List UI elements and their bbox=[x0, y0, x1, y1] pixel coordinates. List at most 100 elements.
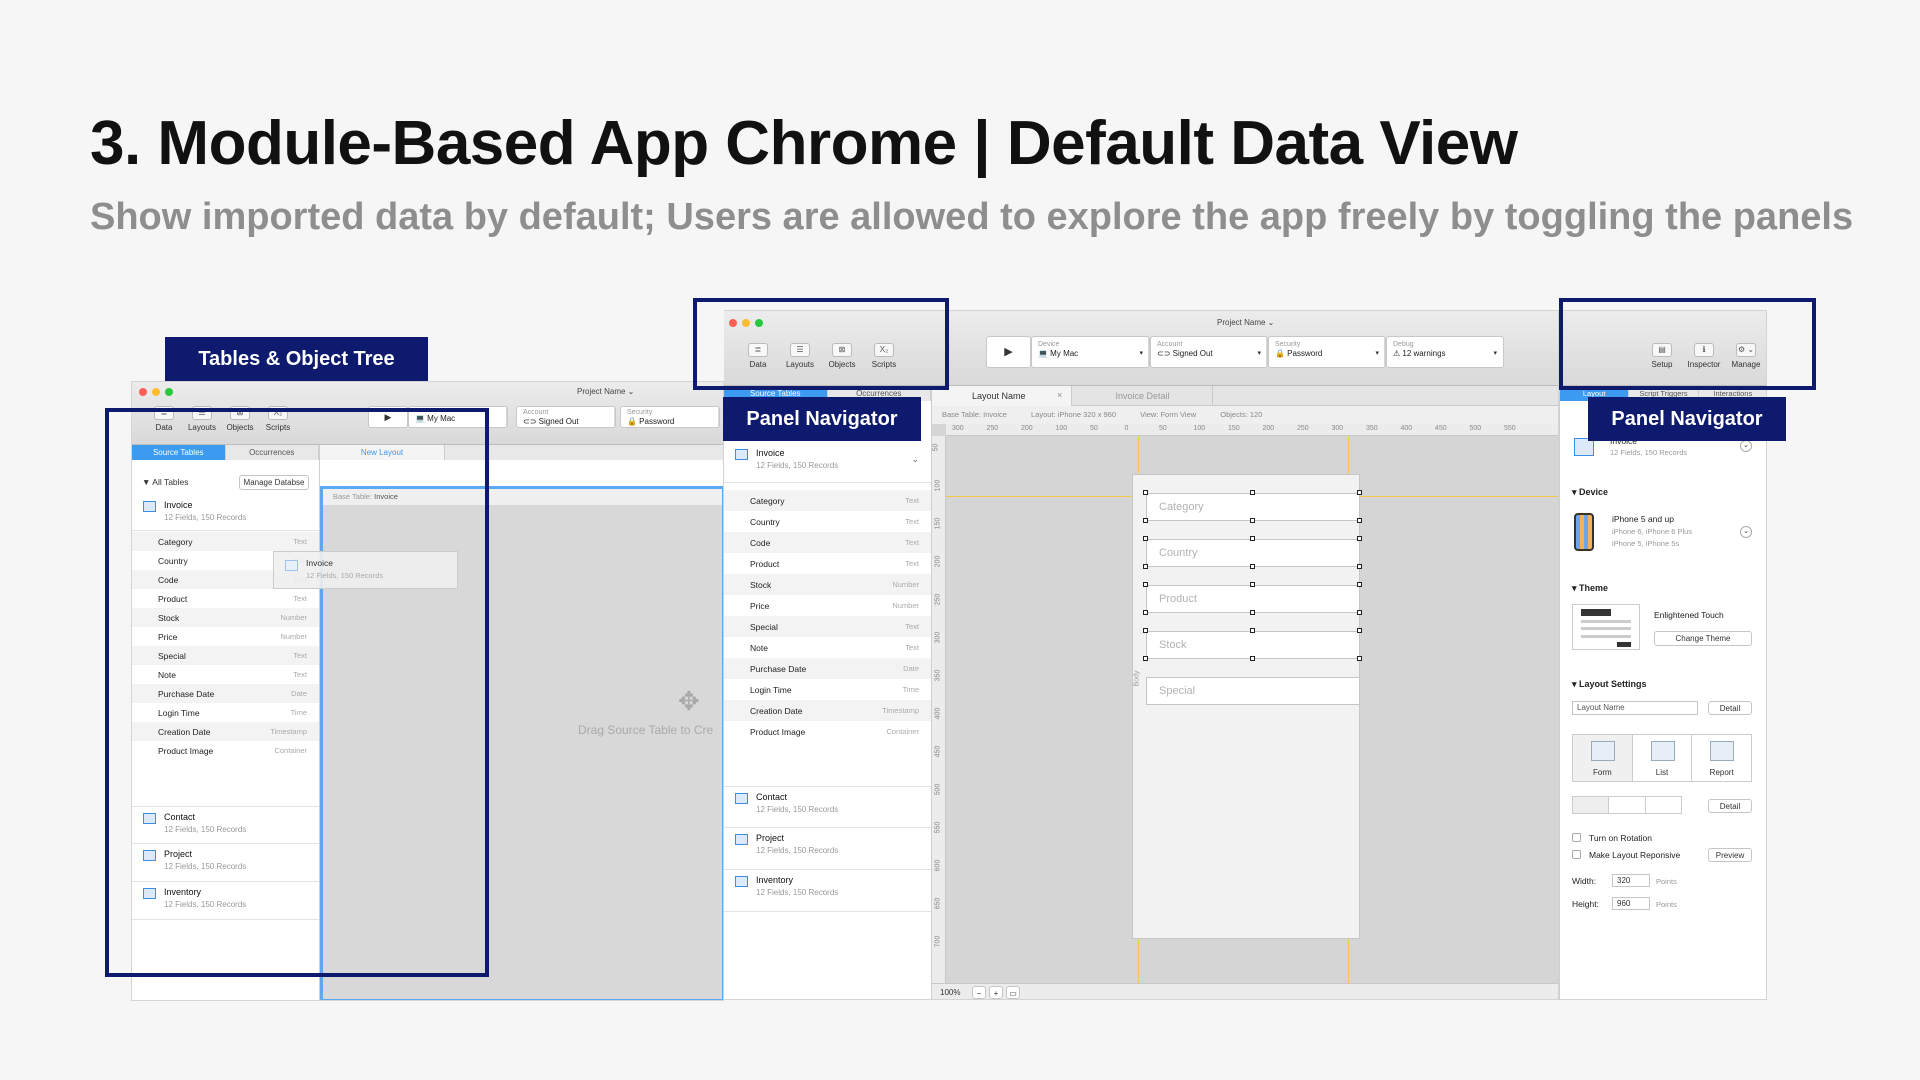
canvas-field-category[interactable]: Category bbox=[1146, 493, 1360, 521]
canvas-field-special[interactable]: Special bbox=[1146, 677, 1360, 705]
device-section-header[interactable]: ▾ Device bbox=[1572, 487, 1608, 498]
security-select[interactable]: Security 🔒 Password ▾ bbox=[1268, 336, 1386, 368]
ruler-tick-label: 100 bbox=[1055, 425, 1068, 432]
account-select[interactable]: Account ⊂⊃ Signed Out ▾ bbox=[1150, 336, 1268, 368]
rotation-checkbox[interactable] bbox=[1572, 833, 1581, 842]
selection-handle[interactable] bbox=[1357, 582, 1362, 587]
width-field[interactable]: 320 bbox=[1612, 874, 1650, 887]
field-row[interactable]: Login Time Time bbox=[724, 679, 931, 700]
selection-handle[interactable] bbox=[1143, 582, 1148, 587]
chevron-down-icon[interactable]: ⌄ bbox=[911, 454, 919, 465]
selection-handle[interactable] bbox=[1250, 564, 1255, 569]
selection-handle[interactable] bbox=[1143, 610, 1148, 615]
chevron-down-icon[interactable]: ⌄ bbox=[1740, 526, 1752, 538]
field-row[interactable]: Category Text bbox=[724, 490, 931, 511]
device-select[interactable]: Device 💻 My Mac ▾ bbox=[1031, 336, 1150, 368]
device-name: iPhone 5 and up bbox=[1612, 514, 1674, 524]
selection-handle[interactable] bbox=[1250, 610, 1255, 615]
selection-handle[interactable] bbox=[1143, 536, 1148, 541]
close-icon[interactable]: × bbox=[1057, 390, 1062, 400]
selection-handle[interactable] bbox=[1250, 656, 1255, 661]
selection-handle[interactable] bbox=[1143, 490, 1148, 495]
selection-handle[interactable] bbox=[1250, 536, 1255, 541]
selection-handle[interactable] bbox=[1357, 564, 1362, 569]
ruler-tick-label: 650 bbox=[934, 897, 942, 910]
zoom-fit-button[interactable]: ▭ bbox=[1006, 986, 1020, 999]
field-row[interactable]: CodeText bbox=[724, 532, 931, 553]
project-name[interactable]: Project Name ⌄ bbox=[577, 387, 634, 396]
canvas-field-product[interactable]: Product bbox=[1146, 585, 1360, 613]
selection-handle[interactable] bbox=[1250, 582, 1255, 587]
info-base-table: Base Table: Invoice bbox=[942, 410, 1007, 419]
table-invoice[interactable]: Invoice12 Fields, 150 Records ⌄ bbox=[724, 443, 931, 483]
table-inventory[interactable]: Inventory 12 Fields, 150 Records bbox=[724, 870, 931, 912]
left-security-select[interactable]: Security 🔒 Password bbox=[620, 406, 720, 428]
selection-handle[interactable] bbox=[1250, 490, 1255, 495]
selection-handle[interactable] bbox=[1143, 628, 1148, 633]
ruler-tick-label: 400 bbox=[934, 707, 942, 720]
selection-handle[interactable] bbox=[1357, 536, 1362, 541]
ruler-tick-label: 250 bbox=[934, 593, 942, 606]
layout-option-triple[interactable] bbox=[1646, 797, 1681, 813]
canvas-field-stock[interactable]: Stock bbox=[1146, 631, 1360, 659]
view-type-form[interactable]: Form bbox=[1573, 735, 1633, 781]
field-row[interactable]: Special Text bbox=[724, 616, 931, 637]
ruler-tick-label: 550 bbox=[1504, 425, 1516, 432]
layout-option-single[interactable] bbox=[1573, 797, 1610, 813]
field-row[interactable]: Product Text bbox=[724, 553, 931, 574]
field-row[interactable]: Note Text bbox=[724, 637, 931, 658]
height-field[interactable]: 960 bbox=[1612, 897, 1650, 910]
field-row[interactable]: Stock Number bbox=[724, 574, 931, 595]
info-view: View: Form View bbox=[1140, 410, 1197, 419]
field-row[interactable]: Price Number bbox=[724, 595, 931, 616]
view-type-list[interactable]: List bbox=[1632, 735, 1693, 781]
change-theme-button[interactable]: Change Theme bbox=[1654, 631, 1752, 646]
tab-layout-name[interactable]: Layout Name × bbox=[932, 386, 1072, 406]
selection-handle[interactable] bbox=[1357, 656, 1362, 661]
selection-handle[interactable] bbox=[1143, 564, 1148, 569]
layout-option-double[interactable] bbox=[1609, 797, 1646, 813]
field-row[interactable]: Product Image Container bbox=[724, 721, 931, 742]
detail-button-2[interactable]: Detail bbox=[1708, 799, 1752, 813]
selection-handle[interactable] bbox=[1250, 628, 1255, 633]
run-button[interactable]: ▶ bbox=[986, 336, 1031, 368]
theme-section-header[interactable]: ▾ Theme bbox=[1572, 583, 1608, 594]
detail-button[interactable]: Detail bbox=[1708, 701, 1752, 715]
layout-settings-header[interactable]: ▾ Layout Settings bbox=[1572, 679, 1647, 690]
layout-name-field[interactable]: Layout Name bbox=[1572, 701, 1698, 715]
canvas-field-country[interactable]: Country bbox=[1146, 539, 1360, 567]
selection-handle[interactable] bbox=[1250, 518, 1255, 523]
move-icon: ✥ bbox=[678, 686, 700, 716]
selection-handle[interactable] bbox=[1357, 628, 1362, 633]
page-title: 3. Module-Based App Chrome | Default Dat… bbox=[90, 109, 1518, 178]
responsive-checkbox[interactable] bbox=[1572, 850, 1581, 859]
debug-select[interactable]: Debug ⚠ 12 warnings ▾ bbox=[1386, 336, 1504, 368]
view-type-icon bbox=[1650, 741, 1675, 761]
zoom-level[interactable]: 100% bbox=[940, 988, 960, 997]
project-name[interactable]: Project Name ⌄ bbox=[1217, 318, 1274, 327]
selection-handle[interactable] bbox=[1143, 518, 1148, 523]
window-controls[interactable] bbox=[139, 388, 173, 396]
zoom-in-button[interactable]: + bbox=[989, 986, 1003, 999]
ruler-tick-label: 100 bbox=[1193, 425, 1206, 432]
ruler-tick-label: 200 bbox=[1021, 425, 1033, 432]
selection-handle[interactable] bbox=[1357, 610, 1362, 615]
selection-handle[interactable] bbox=[1357, 518, 1362, 523]
field-row[interactable]: CountryText bbox=[724, 511, 931, 532]
responsive-label: Make Layout Reponsive bbox=[1589, 850, 1681, 860]
table-contact[interactable]: Contact 12 Fields, 150 Records bbox=[724, 786, 931, 828]
view-type-icon bbox=[1710, 741, 1735, 761]
preview-button[interactable]: Preview bbox=[1708, 848, 1752, 862]
field-row[interactable]: Purchase Date Date bbox=[724, 658, 931, 679]
selection-handle[interactable] bbox=[1357, 490, 1362, 495]
field-row[interactable]: Creation Date Timestamp bbox=[724, 700, 931, 721]
left-account-select[interactable]: Account ⊂⊃ Signed Out bbox=[516, 406, 616, 428]
drag-hint: Drag Source Table to Cre bbox=[578, 723, 714, 737]
chevron-down-icon[interactable]: ⌄ bbox=[1740, 440, 1752, 452]
main-field-list: Category Text Country Text Code Text Product Te… bbox=[724, 490, 931, 740]
table-project[interactable]: Project 12 Fields, 150 Records bbox=[724, 828, 931, 870]
selection-handle[interactable] bbox=[1143, 656, 1148, 661]
zoom-out-button[interactable]: − bbox=[972, 986, 986, 999]
tab-invoice-detail[interactable]: Invoice Detail bbox=[1073, 386, 1213, 406]
view-type-report[interactable]: Report bbox=[1692, 735, 1752, 781]
